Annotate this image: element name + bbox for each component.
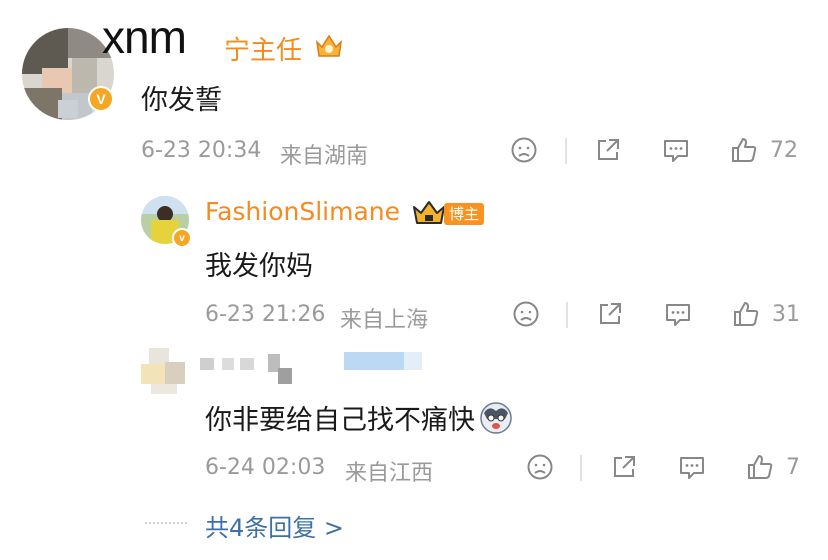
comment-location: 来自湖南 — [280, 144, 369, 169]
avatar-mosaic — [58, 100, 78, 118]
reply-username[interactable]: FashionSlimane — [205, 197, 400, 226]
like-count: 31 — [772, 302, 800, 327]
dislike-icon[interactable] — [510, 298, 542, 330]
share-icon[interactable] — [594, 298, 626, 330]
divider — [566, 302, 568, 328]
like-count: 72 — [770, 138, 798, 163]
divider — [565, 138, 567, 164]
comment-text: 你发誓 — [141, 85, 222, 116]
divider — [580, 455, 582, 481]
reply-date: 6-24 02:03 — [205, 455, 326, 480]
reply-location: 来自江西 — [345, 461, 434, 486]
like-icon[interactable] — [744, 451, 776, 483]
verified-badge-icon: v — [172, 228, 192, 248]
reply-username-blurred[interactable] — [200, 352, 430, 386]
share-icon[interactable] — [592, 134, 624, 166]
comment-icon[interactable] — [660, 134, 692, 166]
comment-date: 6-23 20:34 — [141, 138, 262, 163]
reply-avatar[interactable] — [141, 348, 187, 394]
reply-text: 你非要给自己找不痛快 — [205, 398, 513, 437]
reply-text: 我发你妈 — [205, 251, 313, 282]
like-count: 7 — [786, 455, 800, 480]
dotted-divider — [145, 522, 187, 524]
crown-icon — [412, 200, 446, 226]
like-icon[interactable] — [730, 298, 762, 330]
reply-location: 来自上海 — [340, 308, 429, 333]
role-label: 宁主任 — [224, 36, 303, 66]
dislike-icon[interactable] — [524, 451, 556, 483]
blogger-badge: 博主 — [444, 203, 485, 225]
comment-icon[interactable] — [662, 298, 694, 330]
username[interactable]: xnm — [102, 10, 187, 64]
more-replies-link[interactable]: 共4条回复 > — [205, 508, 344, 543]
like-icon[interactable] — [728, 134, 760, 166]
crown-icon — [314, 32, 344, 60]
dislike-icon[interactable] — [508, 134, 540, 166]
verified-badge-icon: V — [88, 86, 114, 112]
reply-text-label: 你非要给自己找不痛快 — [205, 405, 475, 436]
reply-date: 6-23 21:26 — [205, 302, 326, 327]
emoji-icon — [479, 401, 513, 435]
comment-icon[interactable] — [676, 451, 708, 483]
share-icon[interactable] — [608, 451, 640, 483]
